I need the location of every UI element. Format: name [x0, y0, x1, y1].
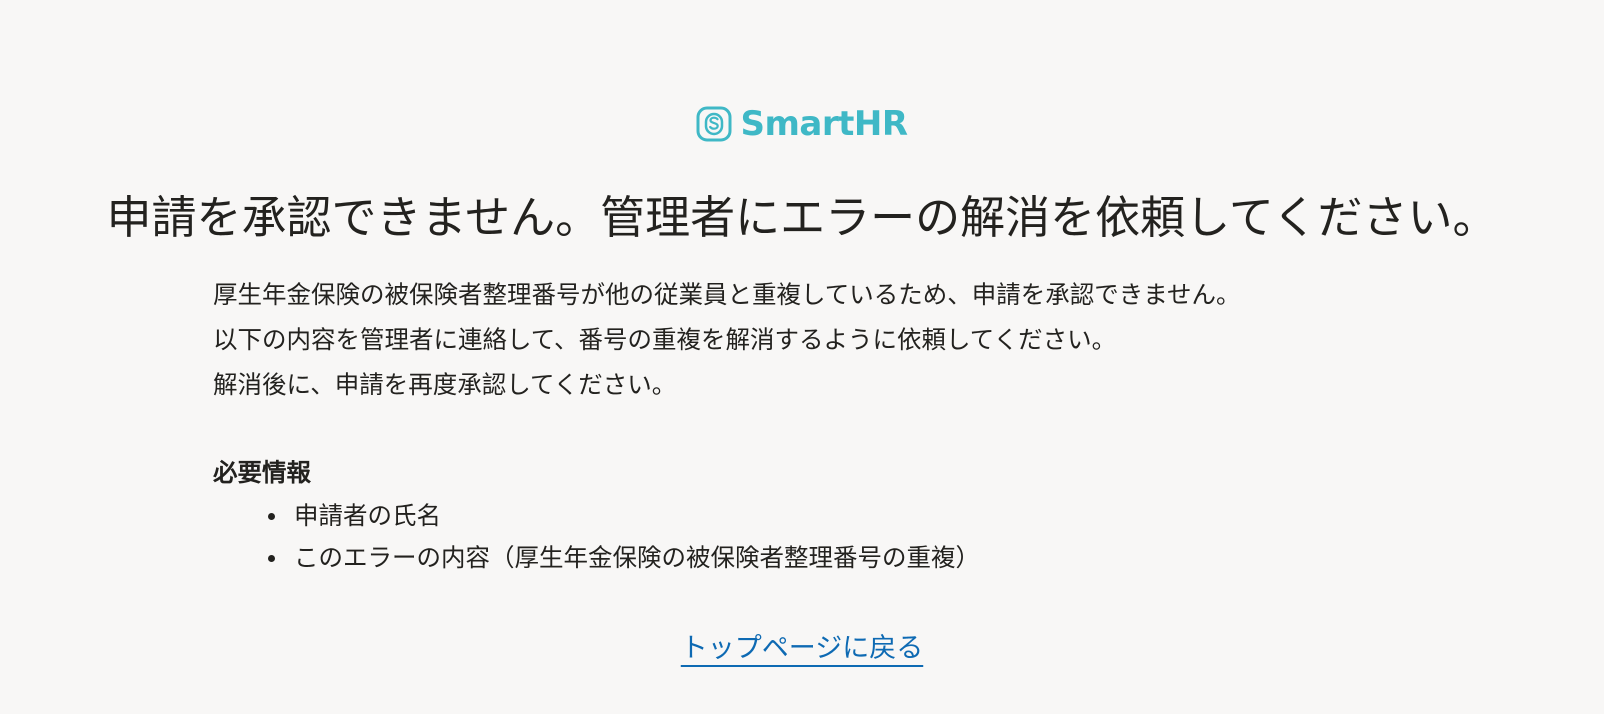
list-item: 申請者の氏名: [268, 495, 1413, 537]
description-line: 解消後に、申請を再度承認してください。: [213, 370, 677, 399]
list-item: このエラーの内容（厚生年金保険の被保険者整理番号の重複）: [268, 537, 1413, 579]
error-description: 厚生年金保険の被保険者整理番号が他の従業員と重複しているため、申請を承認できませ…: [213, 272, 1413, 579]
smarthr-logo-icon: [696, 106, 732, 142]
description-line: 厚生年金保険の被保険者整理番号が他の従業員と重複しているため、申請を承認できませ…: [213, 280, 1241, 309]
back-to-top-link[interactable]: トップページに戻る: [681, 633, 923, 664]
page-title: 申請を承認できません。管理者にエラーの解消を依頼してください。: [106, 191, 1498, 244]
required-info-list: 申請者の氏名 このエラーの内容（厚生年金保険の被保険者整理番号の重複）: [213, 495, 1413, 579]
required-info-heading: 必要情報: [213, 458, 311, 487]
back-link-container: トップページに戻る: [0, 626, 1604, 665]
logo-wordmark: SmartHR: [740, 104, 908, 144]
logo: SmartHR: [0, 104, 1604, 144]
description-line: 以下の内容を管理者に連絡して、番号の重複を解消するように依頼してください。: [213, 325, 1117, 354]
